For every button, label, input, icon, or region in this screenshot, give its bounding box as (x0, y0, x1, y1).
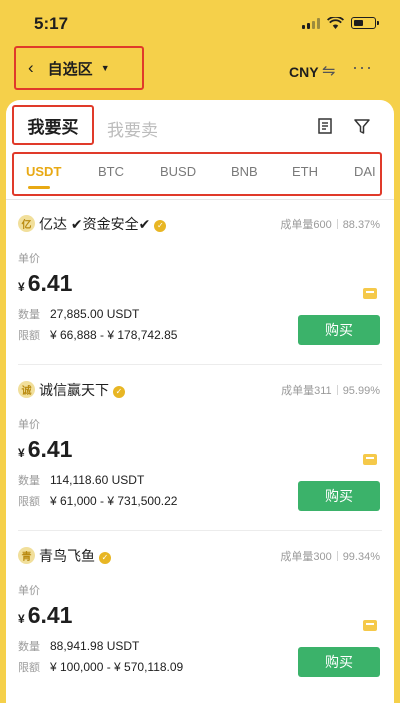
avatar: 亿 (18, 215, 35, 232)
verified-icon: ✓ (154, 220, 167, 232)
unit-price: ¥6.41 (18, 602, 73, 628)
buy-button[interactable]: 购买 (298, 481, 380, 511)
payment-method-icon (363, 288, 377, 299)
caret-down-icon: ▼ (100, 63, 110, 73)
signal-icon (302, 17, 320, 29)
orders-icon[interactable] (318, 118, 332, 134)
seller-name[interactable]: 青鸟飞鱼 ✓ (39, 546, 111, 566)
page-title: 自选区 (47, 60, 93, 78)
unit-price: ¥6.41 (18, 436, 73, 462)
trade-tabs: 我要买 我要卖 (6, 100, 394, 150)
limit-row: 限额 ¥ 61,000 - ¥ 731,500.22 (18, 494, 178, 508)
offer-card: 青 青鸟飞鱼 ✓ 成单量300 99.34% 单价 ¥6.41 数量 88,941.9… (6, 532, 394, 697)
avatar: 诚 (18, 381, 35, 398)
avatar: 青 (18, 547, 35, 564)
price-label: 单价 (18, 585, 40, 597)
seller-stats: 成单量300 99.34% (280, 551, 380, 563)
tab-buy[interactable]: 我要买 (12, 105, 94, 145)
seller-stats: 成单量600 88.37% (280, 219, 380, 231)
unit-price: ¥6.41 (18, 270, 73, 296)
verified-icon: ✓ (113, 386, 125, 398)
offer-card: 诚 诚信赢天下 ✓ 成单量311 95.99% 单价 ¥6.41 数量 114,118… (6, 366, 394, 531)
wifi-icon (327, 17, 344, 29)
active-tab-indicator (28, 186, 50, 189)
filter-icon[interactable] (354, 119, 370, 134)
currency-selector[interactable]: CNY (289, 64, 319, 80)
quantity-row: 数量 27,885.00 USDT (18, 307, 140, 321)
coin-tab-eth[interactable]: ETH (292, 164, 318, 179)
status-bar: 5:17 (0, 0, 400, 42)
chevron-left-icon[interactable]: ‹ (28, 58, 34, 78)
status-icons (302, 17, 379, 29)
seller-name[interactable]: 亿达 ✔资金安全✔ ✓ (39, 214, 167, 234)
buy-button[interactable]: 购买 (298, 315, 380, 345)
favorites-selector[interactable]: ‹ 自选区 ▼ (14, 46, 144, 90)
content-sheet: 我要买 我要卖 USDT BTC BUSD BNB ETH DAI 亿 亿达 ✔… (6, 100, 394, 703)
quantity-row: 数量 88,941.98 USDT (18, 639, 140, 653)
coin-tab-btc[interactable]: BTC (98, 164, 124, 179)
divider (18, 364, 382, 365)
limit-row: 限额 ¥ 100,000 - ¥ 570,118.09 (18, 660, 184, 674)
nav-bar: ‹ 自选区 ▼ CNY ⇋ ··· (0, 44, 400, 100)
status-time: 5:17 (34, 14, 69, 33)
price-label: 单价 (18, 253, 40, 265)
coin-tabs: USDT BTC BUSD BNB ETH DAI (12, 152, 382, 196)
coin-tab-usdt[interactable]: USDT (26, 164, 61, 179)
tab-sell[interactable]: 我要卖 (107, 116, 158, 141)
seller-name[interactable]: 诚信赢天下 ✓ (39, 380, 125, 400)
coin-tab-dai[interactable]: DAI (354, 164, 376, 179)
battery-icon (351, 17, 379, 29)
swap-icon[interactable]: ⇋ (322, 61, 335, 81)
offer-card: 亿 亿达 ✔资金安全✔ ✓ 成单量600 88.37% 单价 ¥6.41 数量 27,… (6, 200, 394, 365)
payment-method-icon (363, 620, 377, 631)
seller-stats: 成单量311 95.99% (281, 385, 380, 397)
divider (18, 530, 382, 531)
verified-icon: ✓ (99, 552, 111, 564)
coin-tab-bnb[interactable]: BNB (231, 164, 258, 179)
buy-button[interactable]: 购买 (298, 647, 380, 677)
coin-tab-busd[interactable]: BUSD (160, 164, 196, 179)
more-icon[interactable]: ··· (352, 57, 373, 78)
limit-row: 限额 ¥ 66,888 - ¥ 178,742.85 (18, 328, 178, 342)
quantity-row: 数量 114,118.60 USDT (18, 473, 145, 487)
price-label: 单价 (18, 419, 40, 431)
payment-method-icon (363, 454, 377, 465)
